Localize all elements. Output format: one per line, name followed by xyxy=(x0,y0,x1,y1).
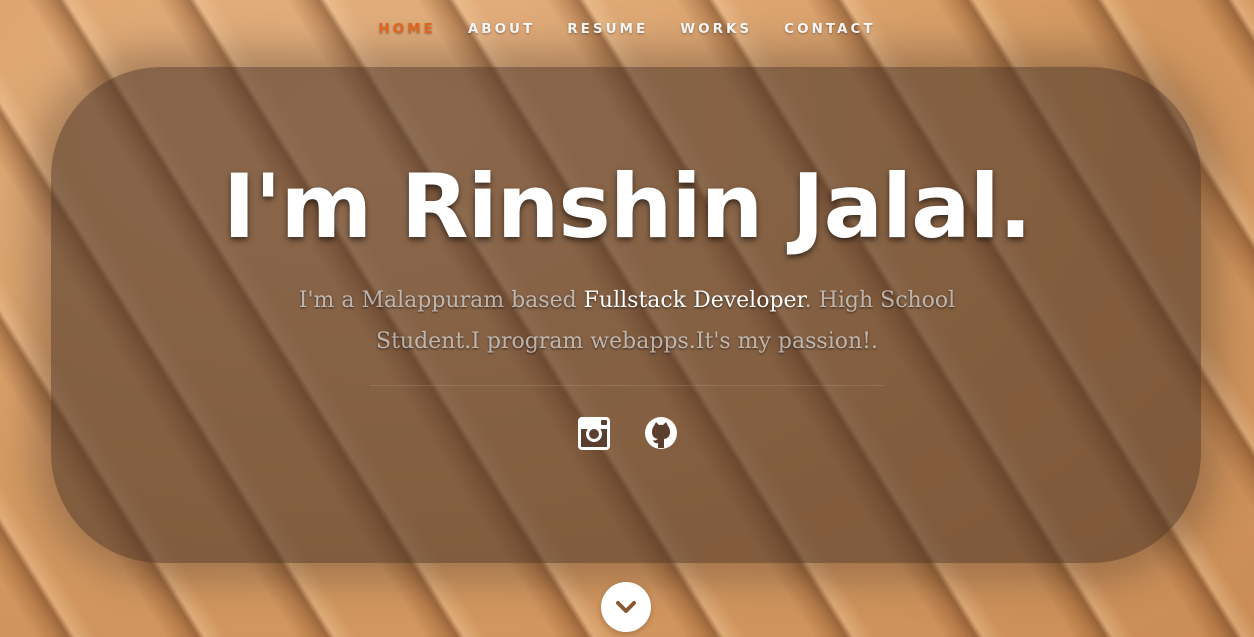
hero-tagline: I'm a Malappuram based Fullstack Develop… xyxy=(290,280,964,362)
hero-headline: I'm Rinshin Jalal. xyxy=(222,155,1032,258)
github-icon xyxy=(644,417,677,449)
nav-home-link[interactable]: HOME xyxy=(378,21,435,37)
tagline-intro: I'm a Malappuram based xyxy=(298,288,584,313)
chevron-down-icon xyxy=(616,601,636,613)
scroll-down-button[interactable] xyxy=(601,582,651,632)
nav-about-link[interactable]: ABOUT xyxy=(468,21,535,37)
instagram-icon xyxy=(577,417,610,450)
social-links xyxy=(0,414,1254,452)
hero-divider xyxy=(370,385,884,386)
github-link[interactable] xyxy=(644,414,678,452)
tagline-role: Fullstack Developer xyxy=(583,288,805,313)
nav-works-link[interactable]: WORKS xyxy=(680,21,752,37)
instagram-link[interactable] xyxy=(577,414,611,452)
nav-contact-link[interactable]: CONTACT xyxy=(784,21,875,37)
main-nav: HOME ABOUT RESUME WORKS CONTACT xyxy=(0,0,1254,58)
nav-resume-link[interactable]: RESUME xyxy=(567,21,648,37)
